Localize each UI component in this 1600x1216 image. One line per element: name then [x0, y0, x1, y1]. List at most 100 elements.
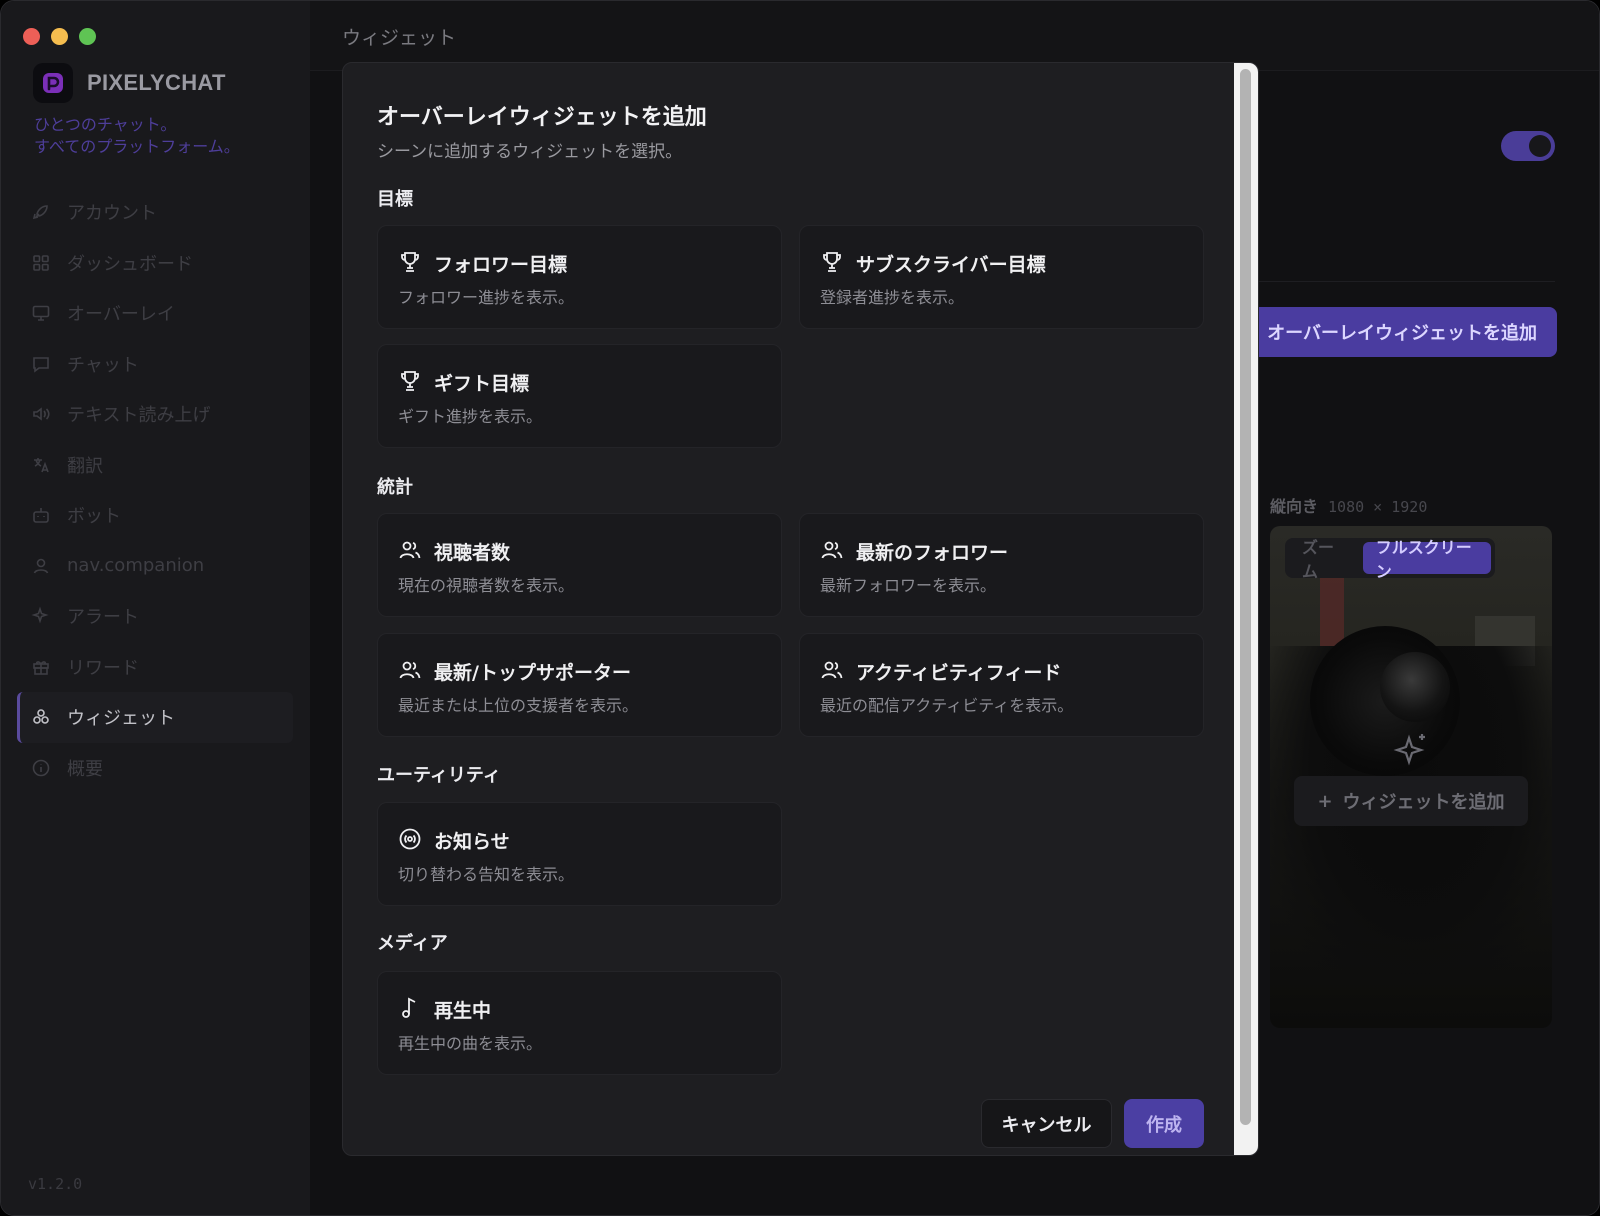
widget-card-top-supporter[interactable]: 最新/トップサポーター 最近または上位の支援者を表示。	[377, 633, 782, 737]
sidebar-item-about[interactable]: 概要	[17, 743, 293, 794]
window-controls	[23, 28, 96, 45]
widget-card-now-playing[interactable]: 再生中 再生中の曲を表示。	[377, 971, 782, 1075]
rocket-icon	[32, 205, 48, 220]
trophy-icon	[401, 252, 419, 272]
widget-card-viewers[interactable]: 視聴者数 現在の視聴者数を表示。	[377, 513, 782, 617]
widget-card-activity-feed[interactable]: アクティビティフィード 最近の配信アクティビティを表示。	[799, 633, 1204, 737]
add-widget-dialog: オーバーレイウィジェットを追加 シーンに追加するウィジェットを選択。 目標 フォ…	[342, 62, 1259, 1156]
version-label: v1.2.0	[28, 1175, 83, 1193]
card-title: お知らせ	[434, 831, 510, 853]
users-icon	[399, 661, 421, 679]
sidebar-item-overlay[interactable]: オーバーレイ	[17, 288, 293, 339]
zoom-mode-button[interactable]: ズーム	[1289, 538, 1359, 581]
sidebar-item-bot[interactable]: ボット	[17, 490, 293, 541]
enable-toggle[interactable]	[1501, 131, 1555, 161]
dialog-title: オーバーレイウィジェットを追加	[377, 105, 707, 130]
section-stats: 統計	[377, 477, 413, 498]
sidebar-item-widgets[interactable]: ウィジェット	[17, 692, 293, 743]
maximize-window-button[interactable]	[79, 28, 96, 45]
preview-scenery	[1380, 652, 1450, 722]
sidebar-item-companion[interactable]: nav.companion	[17, 541, 293, 592]
users-icon	[399, 541, 421, 559]
orientation-label: 縦向き 1080 × 1920	[1270, 493, 1427, 517]
divider	[1230, 281, 1555, 282]
widget-card-subscriber-goal[interactable]: サブスクライバー目標 登録者進捗を表示。	[799, 225, 1204, 329]
chat-icon	[33, 356, 49, 373]
section-media: メディア	[377, 933, 448, 954]
section-goals: 目標	[377, 189, 413, 210]
sidebar-item-label: ダッシュボード	[67, 253, 193, 275]
dialog-subtitle: シーンに追加するウィジェットを選択。	[377, 142, 683, 162]
card-title: 視聴者数	[434, 542, 511, 564]
sidebar-item-tts[interactable]: テキスト読み上げ	[17, 389, 293, 440]
sidebar-item-label: nav.companion	[67, 555, 205, 577]
sidebar-nav: アカウント ダッシュボード オーバーレイ チャット テキスト読み上げ 翻訳 ボッ…	[17, 187, 293, 793]
card-description: 再生中の曲を表示。	[398, 1034, 543, 1053]
view-mode-toggle: ズーム フルスクリーン	[1285, 538, 1495, 581]
sparkle-icon	[31, 606, 49, 624]
sidebar-item-rewards[interactable]: リワード	[17, 642, 293, 693]
sidebar-item-chat[interactable]: チャット	[17, 339, 293, 390]
section-utility: ユーティリティ	[377, 765, 501, 786]
info-icon	[32, 759, 50, 777]
widget-card-follower-goal[interactable]: フォロワー目標 フォロワー進捗を表示。	[377, 225, 782, 329]
scrollbar-thumb[interactable]	[1240, 69, 1251, 1125]
card-description: ギフト進捗を表示。	[398, 407, 543, 426]
sidebar-item-label: アカウント	[67, 203, 157, 225]
trophy-icon	[401, 371, 419, 391]
monitor-icon	[32, 305, 50, 322]
sidebar-item-label: オーバーレイ	[67, 304, 175, 326]
tagline-line-1: ひとつのチャット。	[34, 115, 177, 134]
speaker-icon	[33, 407, 50, 421]
page-title: ウィジェット	[342, 27, 457, 49]
widget-card-latest-follower[interactable]: 最新のフォロワー 最新フォロワーを表示。	[799, 513, 1204, 617]
card-title: ギフト目標	[434, 373, 530, 395]
preview-add-widget-button[interactable]: + ウィジェットを追加	[1294, 776, 1528, 826]
widget-card-announcements[interactable]: お知らせ 切り替わる告知を表示。	[377, 802, 782, 906]
add-overlay-widget-button[interactable]: オーバーレイウィジェットを追加	[1230, 307, 1557, 357]
user-icon	[33, 558, 49, 574]
sidebar-item-label: アラート	[67, 607, 139, 629]
orientation-text: 縦向き	[1270, 497, 1319, 516]
tagline: ひとつのチャット。 すべてのプラットフォーム。	[34, 114, 240, 158]
card-description: フォロワー進捗を表示。	[398, 288, 575, 307]
cancel-button[interactable]: キャンセル	[981, 1099, 1112, 1148]
tagline-line-2: すべてのプラットフォーム。	[34, 137, 240, 156]
sidebar-item-translate[interactable]: 翻訳	[17, 440, 293, 491]
dimensions-text: 1080 × 1920	[1328, 498, 1428, 516]
sidebar-item-label: ウィジェット	[67, 708, 175, 730]
create-button[interactable]: 作成	[1124, 1099, 1204, 1148]
card-title: 再生中	[434, 1000, 492, 1022]
widget-card-gift-goal[interactable]: ギフト目標 ギフト進捗を表示。	[377, 344, 782, 448]
sidebar: PIXELYCHAT ひとつのチャット。 すべてのプラットフォーム。 アカウント…	[1, 1, 310, 1215]
sidebar-item-dashboard[interactable]: ダッシュボード	[17, 238, 293, 289]
plus-icon: +	[1317, 790, 1333, 812]
scene-preview: ズーム フルスクリーン + ウィジェットを追加	[1270, 526, 1552, 1028]
broadcast-icon	[399, 828, 421, 850]
dialog-scrollbar[interactable]	[1234, 63, 1258, 1155]
card-description: 最新フォロワーを表示。	[820, 576, 997, 595]
trophy-icon	[823, 252, 841, 272]
users-icon	[821, 661, 843, 679]
brand: PIXELYCHAT	[33, 63, 226, 103]
sidebar-item-label: テキスト読み上げ	[67, 405, 211, 427]
sidebar-item-label: リワード	[67, 657, 139, 679]
fullscreen-mode-button[interactable]: フルスクリーン	[1362, 538, 1491, 581]
app-logo-icon	[33, 63, 73, 103]
app-window: PIXELYCHAT ひとつのチャット。 すべてのプラットフォーム。 アカウント…	[0, 0, 1600, 1216]
sidebar-item-label: 翻訳	[67, 455, 103, 477]
card-title: アクティビティフィード	[856, 662, 1062, 684]
sidebar-item-account[interactable]: アカウント	[17, 187, 293, 238]
widgets-icon	[33, 709, 49, 725]
card-title: 最新のフォロワー	[856, 542, 1009, 564]
card-title: 最新/トップサポーター	[434, 662, 631, 684]
card-description: 最近の配信アクティビティを表示。	[820, 696, 1074, 715]
card-description: 最近または上位の支援者を表示。	[398, 696, 639, 715]
brand-name: PIXELYCHAT	[87, 70, 226, 95]
translate-icon	[34, 457, 49, 473]
close-window-button[interactable]	[23, 28, 40, 45]
minimize-window-button[interactable]	[51, 28, 68, 45]
sidebar-item-alerts[interactable]: アラート	[17, 591, 293, 642]
grid-icon	[33, 254, 49, 271]
card-description: 切り替わる告知を表示。	[398, 865, 575, 884]
